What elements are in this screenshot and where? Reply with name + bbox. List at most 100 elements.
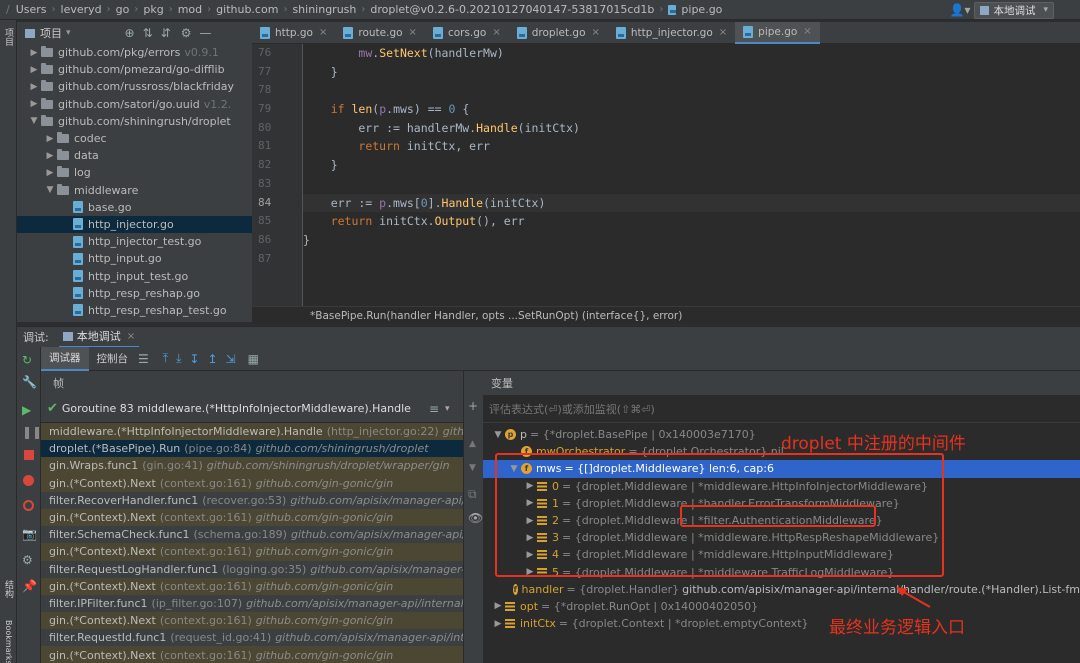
tree-file[interactable]: http_injector.go: [17, 215, 252, 234]
debug-session-tab[interactable]: 本地调试 ×: [58, 327, 140, 348]
variable-row[interactable]: ▶ opt = {*droplet.RunOpt | 0x14000402050}: [483, 598, 1080, 615]
tab-droplet-go[interactable]: droplet.go ×: [509, 22, 608, 44]
project-title[interactable]: 项目: [40, 25, 62, 41]
stack-frame[interactable]: filter.RequestLogHandler.func1 (logging.g…: [41, 561, 463, 578]
pin-icon[interactable]: 📌: [22, 579, 37, 593]
user-icon[interactable]: 👤▾: [950, 3, 971, 17]
down-arrow-icon[interactable]: ▼: [469, 463, 476, 473]
tab-debugger[interactable]: 调试器: [41, 346, 89, 371]
breadcrumb-item[interactable]: pipe.go: [681, 3, 722, 16]
step-into-icon[interactable]: ↧: [189, 352, 199, 366]
chevron-right-icon[interactable]: ▶: [27, 65, 41, 75]
code-editor[interactable]: mw.SetNext(handlerMw) } if len(p.mws) ==…: [302, 44, 1080, 306]
resume-icon[interactable]: ▶: [22, 403, 31, 417]
step-over-icon[interactable]: ⤓: [176, 351, 181, 366]
run-config-select[interactable]: 本地调试 ▾: [974, 1, 1054, 19]
stack-frame[interactable]: droplet.(*BasePipe).Run (pipe.go:84) githu…: [41, 440, 463, 458]
breadcrumb-item[interactable]: pkg: [143, 3, 163, 16]
close-icon[interactable]: ×: [127, 331, 135, 342]
close-icon[interactable]: ×: [492, 27, 500, 38]
chevron-down-icon[interactable]: ▾: [66, 28, 71, 38]
show-execution-point-icon[interactable]: ⤒: [163, 351, 168, 366]
stack-frame[interactable]: filter.SchemaCheck.func1 (schema.go:189) g…: [41, 526, 463, 543]
chevron-down-icon[interactable]: ▾: [445, 404, 450, 414]
stack-frame[interactable]: gin.(*Context).Next (context.go:161) githu…: [41, 508, 463, 527]
copy-icon[interactable]: ⧉: [468, 487, 477, 502]
up-arrow-icon[interactable]: ▲: [469, 439, 476, 449]
tree-file[interactable]: base.go: [17, 199, 252, 216]
chevron-right-icon[interactable]: ▶: [27, 82, 41, 92]
chevron-right-icon[interactable]: ▶: [43, 168, 57, 178]
breadcrumb-item[interactable]: shiningrush: [292, 3, 356, 16]
view-breakpoints-icon[interactable]: [23, 475, 34, 486]
camera-icon[interactable]: 📷: [22, 527, 37, 541]
locate-icon[interactable]: ⊕: [125, 26, 135, 40]
breadcrumb-item[interactable]: mod: [178, 3, 202, 16]
stack-frame[interactable]: filter.RequestId.func1 (request_id.go:41)…: [41, 629, 463, 646]
close-icon[interactable]: ×: [409, 27, 417, 38]
tree-file[interactable]: http_resp_reshap.go: [17, 285, 252, 302]
variable-row[interactable]: ▶ initCtx = {droplet.Context | *droplet.em…: [483, 615, 1080, 632]
tree-folder[interactable]: ▶ github.com/russross/blackfriday: [17, 78, 252, 95]
add-icon[interactable]: +: [468, 399, 478, 413]
watch-eye-icon[interactable]: 👁: [468, 511, 483, 525]
tree-folder[interactable]: ▶ github.com/satori/go.uuid v1.2.: [17, 96, 252, 113]
stack-frame[interactable]: gin.(*Context).Next (context.go:161) githu…: [41, 612, 463, 630]
stop-icon[interactable]: [24, 450, 34, 460]
tree-folder[interactable]: ▼ github.com/shiningrush/droplet: [17, 113, 252, 130]
gear-icon[interactable]: ⚙: [181, 26, 192, 40]
breadcrumb-item[interactable]: leveryd: [61, 3, 102, 16]
goroutine-selector[interactable]: ✔ Goroutine 83 middleware.(*HttpInfoInje…: [41, 395, 463, 423]
evaluate-expression-field[interactable]: 评估表达式(⏎)或添加监视(⇧⌘⏎): [483, 395, 1080, 423]
chevron-right-icon[interactable]: ▶: [43, 134, 57, 144]
breadcrumb-item[interactable]: Users: [16, 3, 47, 16]
tab-http-go[interactable]: http.go ×: [252, 22, 335, 44]
stack-frame[interactable]: gin.(*Context).Next (context.go:161) githu…: [41, 577, 463, 595]
mute-breakpoints-icon[interactable]: [23, 500, 34, 511]
chevron-right-icon[interactable]: ▶: [43, 151, 57, 161]
filter-list-icon[interactable]: ≡: [429, 402, 439, 416]
chevron-right-icon[interactable]: ▶: [27, 48, 41, 58]
close-icon[interactable]: ×: [592, 27, 600, 38]
menu-icon[interactable]: ☰: [138, 352, 149, 366]
structure-tool-label[interactable]: 结构: [3, 580, 13, 598]
chevron-right-icon[interactable]: ▶: [491, 601, 505, 611]
tree-folder[interactable]: ▼ middleware: [17, 182, 252, 199]
wrench-icon[interactable]: 🔧: [22, 375, 37, 389]
stack-frame[interactable]: gin.Wraps.func1 (gin.go:41) github.com/shi…: [41, 457, 463, 475]
tab-console[interactable]: 控制台: [89, 347, 137, 371]
tab-route-go[interactable]: route.go ×: [335, 22, 425, 44]
close-icon[interactable]: ×: [803, 26, 811, 37]
chevron-down-icon[interactable]: ▼: [491, 430, 505, 440]
tab-http_injector-go[interactable]: http_injector.go ×: [608, 22, 735, 44]
chevron-down-icon[interactable]: ▼: [43, 185, 57, 195]
tab-cors-go[interactable]: cors.go ×: [425, 22, 509, 44]
tree-file[interactable]: http_input.go: [17, 250, 252, 267]
tab-pipe-go[interactable]: pipe.go ×: [735, 21, 820, 44]
run-to-cursor-icon[interactable]: ⇲: [226, 352, 236, 366]
close-icon[interactable]: ×: [719, 27, 727, 38]
close-icon[interactable]: ×: [319, 27, 327, 38]
breadcrumb-item[interactable]: github.com: [216, 3, 278, 16]
chevron-down-icon[interactable]: ▼: [27, 116, 41, 126]
tree-file[interactable]: http_input_test.go: [17, 267, 252, 284]
evaluate-icon[interactable]: ▦: [248, 352, 259, 366]
hide-icon[interactable]: —: [199, 26, 211, 40]
tree-folder[interactable]: ▶ github.com/pkg/errors v0.9.1: [17, 44, 252, 61]
chevron-right-icon[interactable]: ▶: [27, 99, 41, 109]
project-tool-label[interactable]: 项目: [3, 28, 13, 46]
collapse-all-icon[interactable]: ⇵: [161, 26, 171, 40]
rerun-icon[interactable]: ↻: [22, 353, 32, 367]
tree-file[interactable]: http_injector_test.go: [17, 233, 252, 250]
stack-frame[interactable]: filter.IPFilter.func1 (ip_filter.go:107) g…: [41, 595, 463, 612]
variable-row[interactable]: f handler = {droplet.Handler} github.com/ap…: [483, 581, 1080, 598]
expand-all-icon[interactable]: ⇅: [143, 26, 153, 40]
breadcrumb-item[interactable]: droplet@v0.2.6-0.20210127040147-53817015…: [370, 3, 654, 16]
tree-file[interactable]: http_resp_reshap_test.go: [17, 302, 252, 319]
gear-icon[interactable]: ⚙: [22, 553, 33, 567]
stack-frame[interactable]: gin.(*Context).Next (context.go:161) githu…: [41, 646, 463, 663]
tree-folder[interactable]: ▶ log: [17, 164, 252, 181]
tree-folder[interactable]: ▶ github.com/pmezard/go-difflib: [17, 61, 252, 78]
stack-frame[interactable]: filter.RecoverHandler.func1 (recover.go:5…: [41, 492, 463, 509]
breadcrumb-item[interactable]: go: [116, 3, 130, 16]
